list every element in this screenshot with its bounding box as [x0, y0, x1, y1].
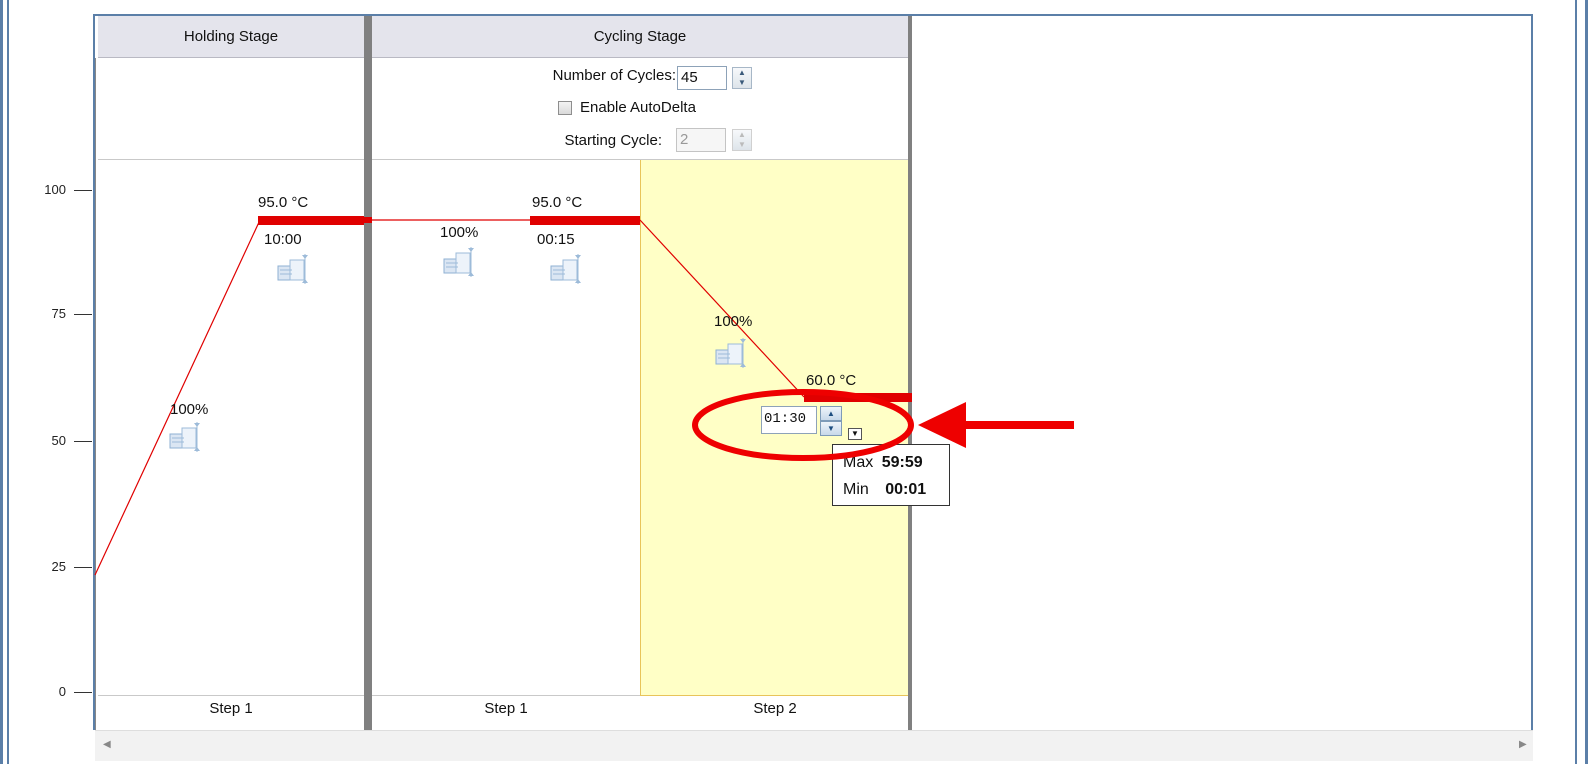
cycling-step2-label[interactable]: Step 2	[640, 700, 910, 717]
cycling-step2-temperature[interactable]: 60.0 °C	[806, 372, 856, 389]
tooltip-min-value: 00:01	[885, 481, 927, 498]
scroll-right-icon[interactable]: ▶	[1519, 739, 1527, 750]
time-increment-button[interactable]: ▲	[820, 406, 842, 421]
horizontal-scrollbar[interactable]: ◀ ▶	[95, 730, 1533, 761]
holding-step1-temperature[interactable]: 95.0 °C	[258, 194, 308, 211]
time-range-tooltip: Max 59:59 Min 00:01	[832, 444, 950, 506]
tooltip-max-value: 59:59	[881, 454, 923, 471]
cycling-step1-label[interactable]: Step 1	[372, 700, 640, 717]
tooltip-max-label: Max	[843, 454, 874, 471]
tooltip-min-label: Min	[843, 481, 869, 498]
cycling-step1-time[interactable]: 00:15	[537, 231, 575, 248]
ramp-line-holding	[94, 219, 261, 576]
time-decrement-button[interactable]: ▼	[820, 421, 842, 436]
ramp-line-cycling-step2	[639, 219, 805, 398]
data-collection-icon[interactable]	[442, 245, 476, 279]
holding-step1-time[interactable]: 10:00	[264, 231, 302, 248]
cycling-step1-temperature[interactable]: 95.0 °C	[532, 194, 582, 211]
hold-bar-connector	[364, 217, 372, 223]
hold-bar-cycling-step2[interactable]	[804, 393, 912, 402]
hold-bar-holding-step1[interactable]	[258, 216, 364, 225]
holding-step1-label[interactable]: Step 1	[98, 700, 364, 717]
holding-step1-ramp-rate[interactable]: 100%	[170, 401, 208, 418]
chevron-down-icon: ▼	[851, 429, 859, 438]
data-collection-icon[interactable]	[549, 252, 583, 286]
data-collection-icon[interactable]	[168, 420, 202, 454]
cycling-step2-ramp-rate[interactable]: 100%	[714, 313, 752, 330]
hold-bar-cycling-step1[interactable]	[530, 216, 640, 225]
data-collection-icon[interactable]	[714, 336, 748, 370]
data-collection-icon[interactable]	[276, 252, 310, 286]
thermal-profile	[94, 216, 912, 576]
scroll-left-icon[interactable]: ◀	[103, 739, 111, 750]
spin-down-icon: ▼	[827, 424, 835, 433]
cycling-step1-ramp-rate[interactable]: 100%	[440, 224, 478, 241]
time-dropdown-button[interactable]: ▼	[848, 428, 862, 440]
step2-time-input[interactable]: 01:30	[761, 406, 817, 434]
spin-up-icon: ▲	[827, 409, 835, 418]
